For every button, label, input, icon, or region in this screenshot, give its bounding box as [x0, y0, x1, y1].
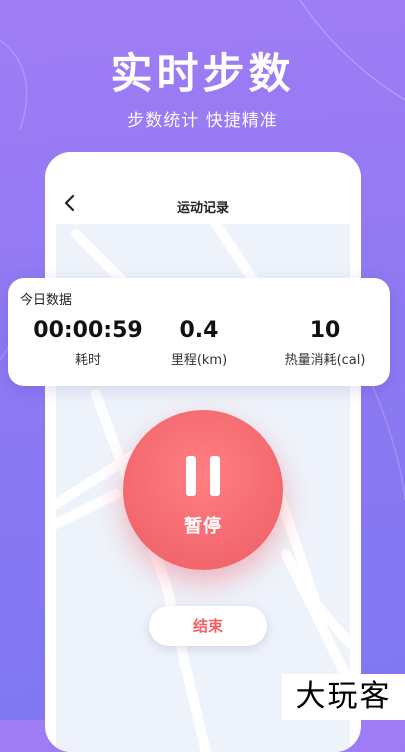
screen-title: 运动记录 [176, 201, 229, 216]
stat-value: 00:00:59 [33, 318, 143, 343]
stat-label: 耗时 [74, 353, 101, 368]
stat-duration: 00:00:59 耗时 [24, 318, 152, 368]
stat-calories: 10 热量消耗(cal) [261, 318, 389, 368]
stat-distance: 0.4 里程(km) [135, 318, 263, 368]
pause-button[interactable]: 暂停 [123, 410, 283, 570]
stat-value: 10 [309, 318, 341, 343]
stat-value: 0.4 [179, 318, 219, 343]
end-button[interactable]: 结束 [149, 606, 267, 646]
subline: 步数统计 快捷精准 [127, 111, 278, 131]
app-header: 运动记录 [45, 152, 361, 224]
pause-icon [186, 456, 196, 496]
pause-label: 暂停 [184, 516, 222, 537]
watermark: 大玩客 [282, 674, 405, 720]
stats-title: 今日数据 [20, 293, 73, 308]
headline: 实时步数 [110, 49, 295, 98]
today-stats-card: 今日数据 00:00:59 耗时 0.4 里程(km) 10 热量消耗(cal) [8, 278, 390, 386]
stat-label: 里程(km) [170, 353, 228, 368]
stat-label: 热量消耗(cal) [284, 353, 366, 368]
pause-icon [210, 456, 220, 496]
